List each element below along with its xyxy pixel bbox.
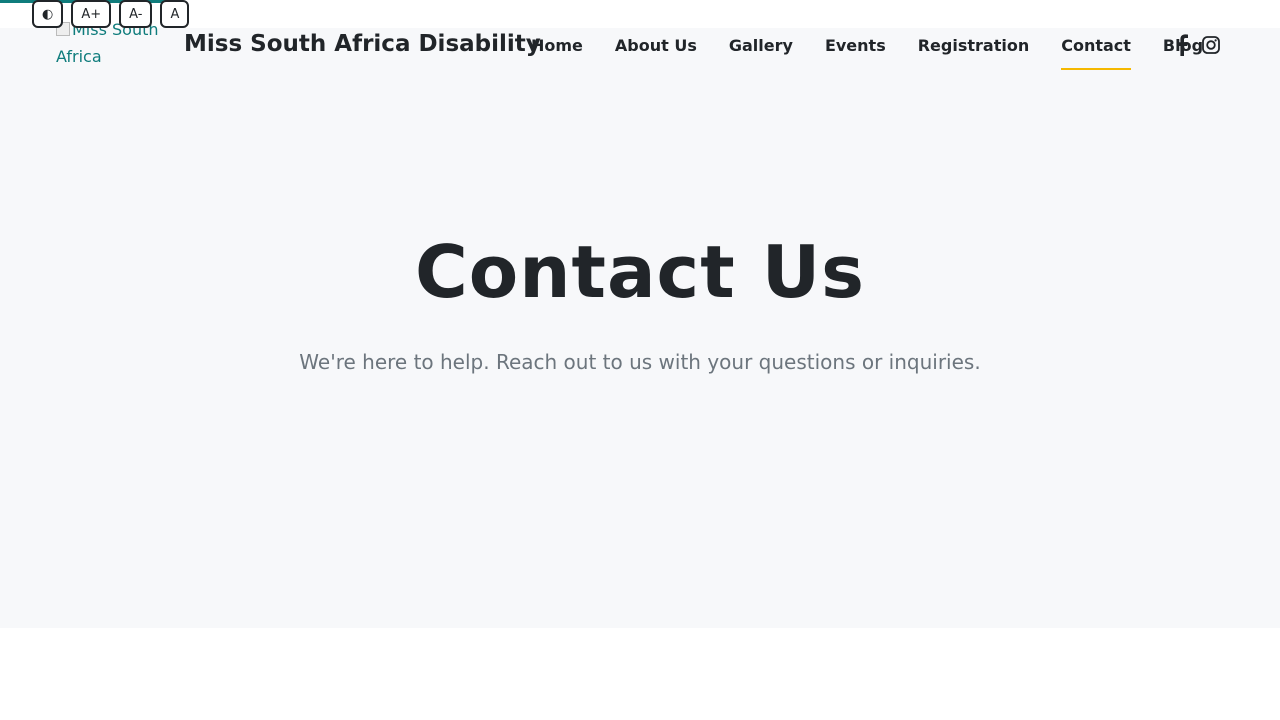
instagram-icon[interactable]: [1202, 36, 1220, 54]
nav-item-registration[interactable]: Registration: [918, 36, 1029, 70]
nav-item-contact[interactable]: Contact: [1061, 36, 1131, 70]
increase-font-button[interactable]: A+: [71, 0, 112, 28]
reset-font-button[interactable]: A: [160, 0, 190, 28]
social-links: [1176, 34, 1220, 56]
site-header: Miss South Africa Miss South Africa Disa…: [0, 20, 1280, 90]
page-subtitle: We're here to help. Reach out to us with…: [299, 350, 981, 374]
accessibility-toolbar: ◐ A+ A- A: [32, 0, 190, 28]
page-title: Contact Us: [414, 230, 866, 314]
decrease-font-button[interactable]: A-: [119, 0, 153, 28]
nav-item-home[interactable]: Home: [531, 36, 583, 70]
nav-item-gallery[interactable]: Gallery: [729, 36, 793, 70]
nav-item-about-us[interactable]: About Us: [615, 36, 697, 70]
facebook-icon[interactable]: [1176, 34, 1188, 56]
hero-section: Contact Us We're here to help. Reach out…: [0, 90, 1280, 628]
contact-details-section: [0, 628, 1280, 720]
main-nav: Home About Us Gallery Events Registratio…: [531, 36, 1235, 70]
brand-name[interactable]: Miss South Africa Disability: [184, 31, 541, 57]
contrast-toggle-button[interactable]: ◐: [32, 0, 64, 28]
nav-item-events[interactable]: Events: [825, 36, 886, 70]
